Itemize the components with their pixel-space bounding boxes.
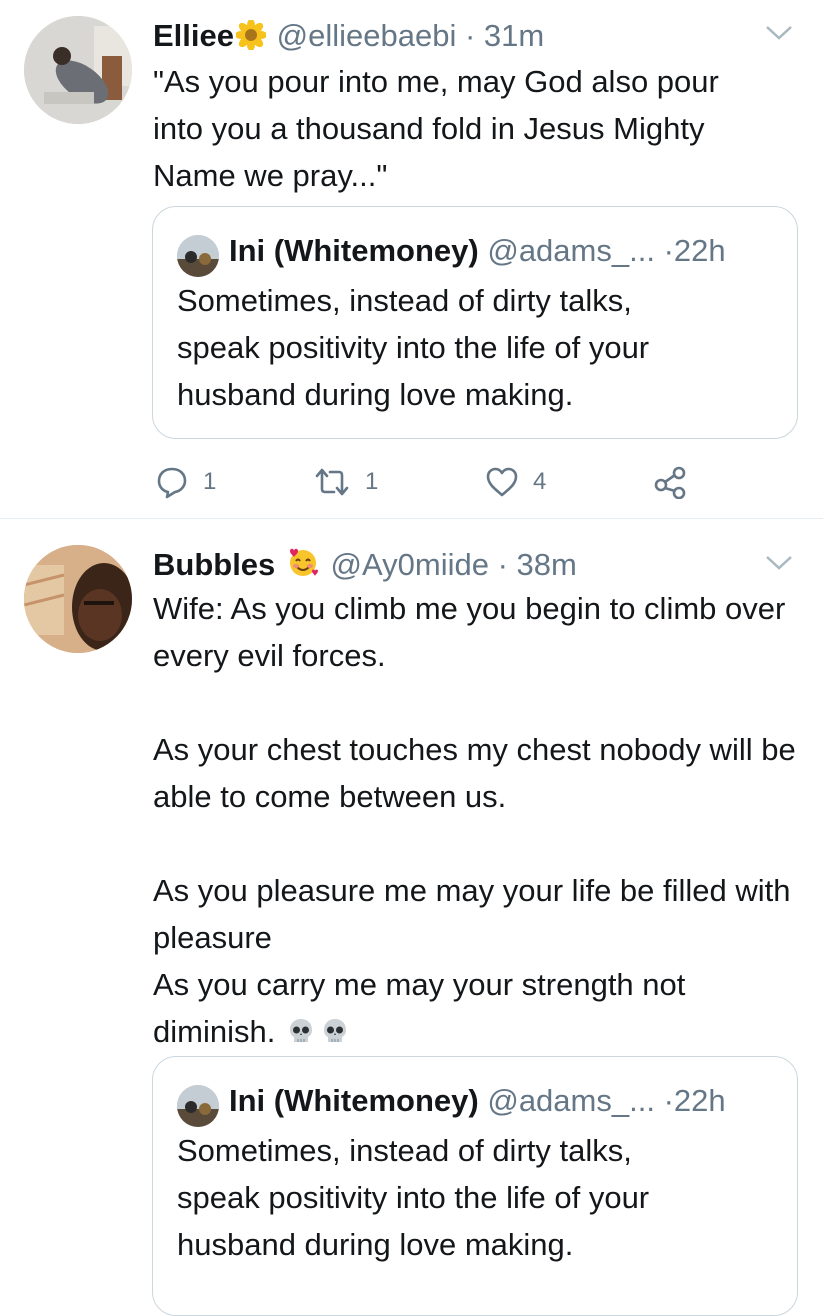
quoted-text: Sometimes, instead of dirty talks, speak… (177, 277, 777, 418)
share-icon (653, 465, 687, 499)
heart-icon (485, 466, 519, 498)
chevron-down-icon[interactable] (765, 24, 793, 42)
tweet-paragraph-text: As you carry me may your strength not di… (153, 967, 686, 1049)
timestamp[interactable]: 31m (484, 18, 544, 53)
separator-dot: · (663, 233, 674, 268)
user-handle[interactable]: @ellieebaebi (277, 18, 457, 53)
chevron-down-icon[interactable] (765, 554, 793, 572)
avatar[interactable] (24, 16, 132, 124)
quoted-text-line: Sometimes, instead of dirty talks, (177, 283, 632, 318)
tweet-text-line: Name we pray..." (153, 158, 388, 193)
quoted-handle: @adams_... (487, 233, 655, 268)
quoted-avatar (177, 235, 219, 277)
display-name[interactable]: Bubbles (153, 547, 275, 582)
quoted-timestamp: 22h (673, 233, 726, 268)
timestamp[interactable]: 38m (517, 547, 577, 582)
skull-emoji (320, 1012, 350, 1059)
sunflower-emoji (235, 19, 267, 60)
tweet-paragraph: As your chest touches my chest nobody wi… (153, 732, 796, 814)
retweet-button[interactable]: 1 (313, 462, 378, 502)
quoted-tweet[interactable]: Ini (Whitemoney) @adams_... ·22h Sometim… (152, 206, 798, 439)
tweet-header: Elliee @ellieebaebi · 31m (153, 16, 544, 60)
reply-button[interactable]: 1 (155, 462, 216, 502)
tweet-paragraph: Wife: As you climb me you begin to climb… (153, 591, 786, 673)
like-button[interactable]: 4 (485, 462, 546, 502)
quoted-timestamp: 22h (673, 1083, 726, 1118)
quoted-avatar (177, 1085, 219, 1127)
quoted-header: Ini (Whitemoney) @adams_... ·22h (229, 1081, 726, 1121)
retweet-icon (313, 465, 351, 499)
quoted-handle: @adams_... (487, 1083, 655, 1118)
tweet-text-line: into you a thousand fold in Jesus Mighty (153, 111, 705, 146)
separator-dot: · (497, 547, 508, 582)
user-handle[interactable]: @Ay0miide (331, 547, 489, 582)
reply-count: 1 (203, 468, 217, 495)
like-count: 4 (533, 468, 547, 495)
avatar[interactable] (24, 545, 132, 653)
separator-dot: · (464, 18, 476, 53)
quoted-text: Sometimes, instead of dirty talks, speak… (177, 1127, 777, 1268)
reply-icon (155, 465, 189, 499)
quoted-text-line: husband during love making. (177, 1227, 574, 1262)
quoted-header: Ini (Whitemoney) @adams_... ·22h (229, 231, 726, 271)
share-button[interactable] (653, 462, 687, 502)
tweet-header: Bubbles @Ay0miide · 38m (153, 545, 577, 589)
display-name[interactable]: Elliee (153, 18, 234, 53)
skull-emoji (286, 1012, 316, 1059)
tweet-paragraph: As you pleasure me may your life be fill… (153, 873, 791, 955)
tweet-text: Wife: As you climb me you begin to climb… (153, 585, 803, 1059)
retweet-count: 1 (365, 468, 379, 495)
quoted-text-line: speak positivity into the life of your (177, 330, 650, 365)
quoted-text-line: speak positivity into the life of your (177, 1180, 650, 1215)
quoted-tweet[interactable]: Ini (Whitemoney) @adams_... ·22h Sometim… (152, 1056, 798, 1316)
quoted-display-name: Ini (Whitemoney) (229, 1083, 479, 1118)
quoted-text-line: husband during love making. (177, 377, 574, 412)
tweet-actions: 1 1 4 (155, 462, 715, 502)
tweet-1[interactable]: Elliee @ellieebaebi · 31m "As you pour i… (0, 0, 823, 518)
tweet-paragraph-last: As you carry me may your strength not di… (153, 961, 803, 1059)
separator-dot: · (663, 1083, 674, 1118)
smiling-face-with-hearts-emoji (286, 545, 320, 589)
tweet-text: "As you pour into me, may God also pour … (153, 58, 803, 199)
quoted-text-line: Sometimes, instead of dirty talks, (177, 1133, 632, 1168)
tweet-text-line: "As you pour into me, may God also pour (153, 64, 719, 99)
quoted-display-name: Ini (Whitemoney) (229, 233, 479, 268)
